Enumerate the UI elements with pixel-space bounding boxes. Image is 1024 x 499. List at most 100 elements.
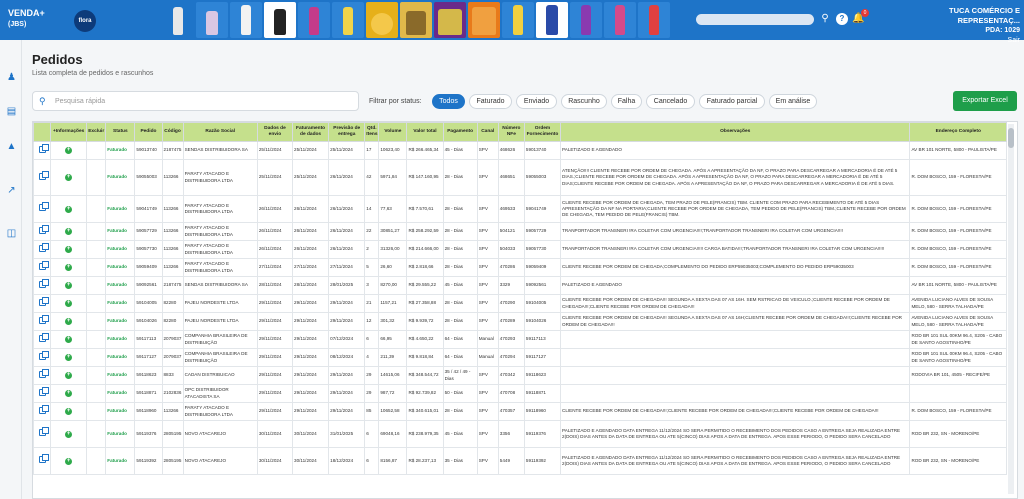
copy-icon[interactable] (38, 260, 49, 270)
copy-icon[interactable] (38, 454, 49, 464)
table-cell: R$ 340.615,01 (406, 402, 444, 421)
table-cell: ATENÇÃO!!!! CLIENTE RECEBE POR ORDEM DE … (560, 159, 911, 196)
table-cell: 31/01/2025 (328, 420, 366, 448)
copy-icon[interactable] (38, 242, 49, 252)
more-info-icon[interactable]: + (65, 228, 73, 235)
quick-search-input[interactable]: ⚲ Pesquisa rápida (32, 91, 359, 111)
column-header: Endereço Completo (909, 122, 1007, 142)
table-row[interactable]: + Faturado 59041749 113266 PARATY ATACADO E … (33, 195, 1007, 223)
copy-icon[interactable] (38, 314, 49, 324)
filter-chip-faturado[interactable]: Faturado (469, 94, 512, 109)
filter-chip-falha[interactable]: Falha (611, 94, 642, 109)
table-cell: 25/11/2024 (256, 141, 294, 160)
copy-icon[interactable] (38, 143, 49, 153)
table-row[interactable]: + Faturado 59119376 2805195 NOVO ATACAREJO 30… (33, 420, 1007, 448)
table-cell: 59118960 (134, 402, 163, 421)
table-cell: 30/11/2024 (292, 447, 330, 475)
table-cell: 30851,27 (378, 222, 408, 241)
table-scrollbar[interactable] (1008, 124, 1014, 494)
chart-icon[interactable]: ↗ (6, 185, 17, 196)
more-info-icon[interactable]: + (65, 147, 73, 154)
more-info-icon[interactable]: + (65, 205, 73, 213)
table-row[interactable]: + Faturado 59059409 113266 PARATY ATACADO E … (33, 258, 1007, 277)
filter-chip-rascunho[interactable]: Rascunho (561, 94, 607, 109)
copy-icon[interactable] (38, 332, 49, 342)
more-info-icon[interactable]: + (65, 430, 73, 438)
table-cell: ROD BR 101 SUL 00KM 96.4, S205 - CABO DE… (909, 348, 1007, 367)
more-info-icon[interactable]: + (65, 174, 73, 181)
table-cell: 26,60 (378, 258, 408, 277)
orders-icon[interactable]: ▤ (6, 106, 17, 117)
table-cell: 2079037 (161, 330, 184, 349)
copy-icon[interactable] (38, 224, 49, 234)
copy-icon[interactable] (38, 386, 49, 396)
table-cell: RODOVIA BR 101, 4505 - RECIFE/PE (909, 366, 1007, 385)
delete-cell (86, 348, 107, 367)
table-cell: PALETIZADO E AGENDADO (560, 276, 911, 295)
product-image (604, 2, 636, 38)
table-cell: 2187475 (161, 276, 184, 295)
table-row[interactable]: + Faturado 59104026 82280 PAJEU NORDESTE LTD… (33, 312, 1007, 331)
delete-cell (86, 330, 107, 349)
table-cell: 59118623 (134, 366, 163, 385)
table-cell: 470357 (497, 402, 525, 421)
help-icon[interactable]: ? (836, 13, 848, 25)
table-row[interactable]: + Faturado 59057730 113266 PARATY ATACADO E … (33, 240, 1007, 259)
copy-icon[interactable] (38, 202, 49, 212)
more-info-icon[interactable]: + (65, 354, 73, 361)
users-icon[interactable]: ♟ (6, 72, 17, 83)
filter-chip-cancelado[interactable]: Cancelado (646, 94, 695, 109)
table-row[interactable]: + Faturado 59117127 2079037 COMPANHIA BRASIL… (33, 348, 1007, 367)
more-info-icon[interactable]: + (65, 372, 73, 379)
delete-cell (86, 195, 107, 223)
copy-icon[interactable] (38, 350, 49, 360)
table-row[interactable]: + Faturado 59118871 2102836 OPC DISTRIBUIDOR… (33, 384, 1007, 403)
table-row[interactable]: + Faturado 59119392 2805195 NOVO ATACAREJO 30… (33, 447, 1007, 475)
table-row[interactable]: + Faturado 59057729 113266 PARATY ATACADO E … (33, 222, 1007, 241)
table-cell: 470342 (497, 366, 525, 385)
more-info-icon[interactable]: + (65, 457, 73, 465)
export-excel-button[interactable]: Exportar Excel (953, 91, 1017, 111)
table-row[interactable]: + Faturado 59118623 8833 CADAN DISTRIBUICAO 2… (33, 366, 1007, 385)
more-info-icon[interactable]: + (65, 246, 73, 253)
search-icon[interactable]: ⚲ (819, 13, 831, 25)
filter-chip-todos[interactable]: Todos (432, 94, 465, 109)
table-row[interactable]: + Faturado 59013740 2187475 SENDAS DISTRIBUI… (33, 141, 1007, 160)
copy-icon[interactable] (38, 278, 49, 288)
table-cell: AV BR 101 NORTE, 5800 - PAULISTA/PE (909, 141, 1007, 160)
delete-cell (86, 366, 107, 385)
logout-link[interactable]: Sair (888, 36, 1020, 46)
table-row[interactable]: + Faturado 59055003 113266 PARATY ATACADO E … (33, 159, 1007, 196)
copy-icon[interactable] (38, 427, 49, 437)
table-cell: SPV (476, 159, 499, 196)
table-row[interactable]: + Faturado 59092561 2187475 SENDAS DISTRIBUI… (33, 276, 1007, 295)
filter-chip-enviado[interactable]: Enviado (516, 94, 557, 109)
more-info-icon[interactable]: + (65, 282, 73, 289)
more-info-icon[interactable]: + (65, 336, 73, 343)
table-cell: 1157,21 (378, 294, 408, 313)
app-logo[interactable]: VENDA+ (JBS) (8, 8, 45, 30)
table-cell: 59057729 (523, 222, 562, 241)
table-cell: AVENIDA LUCIANO ALVES DE SOUSA MELO, 580… (909, 294, 1007, 313)
filter-chip-em-analise[interactable]: Em análise (769, 94, 817, 109)
top-search-input[interactable] (696, 14, 814, 25)
bell-menu-icon[interactable]: ▲ (6, 141, 17, 152)
filter-chip-faturado-parcial[interactable]: Faturado parcial (699, 94, 765, 109)
sidebar: ♟ ▤ ▲ ↗ ◫ (0, 40, 22, 499)
table-row[interactable]: + Faturado 59104005 82280 PAJEU NORDESTE LTD… (33, 294, 1007, 313)
more-info-icon[interactable]: + (65, 264, 73, 271)
copy-icon[interactable] (38, 296, 49, 306)
copy-icon[interactable] (38, 368, 49, 378)
column-header: Dados de envio (256, 122, 294, 142)
copy-icon[interactable] (38, 404, 49, 414)
table-row[interactable]: + Faturado 59117113 2079037 COMPANHIA BRASIL… (33, 330, 1007, 349)
table-row[interactable]: + Faturado 59118960 113266 PARATY ATACADO E … (33, 402, 1007, 421)
copy-icon[interactable] (38, 170, 49, 180)
more-info-icon[interactable]: + (65, 390, 73, 397)
cart-icon[interactable]: ◫ (6, 228, 17, 239)
more-info-icon[interactable]: + (65, 300, 73, 307)
scrollbar-thumb[interactable] (1008, 128, 1014, 148)
more-info-icon[interactable]: + (65, 318, 73, 325)
more-info-icon[interactable]: + (65, 408, 73, 415)
column-header (33, 122, 52, 142)
